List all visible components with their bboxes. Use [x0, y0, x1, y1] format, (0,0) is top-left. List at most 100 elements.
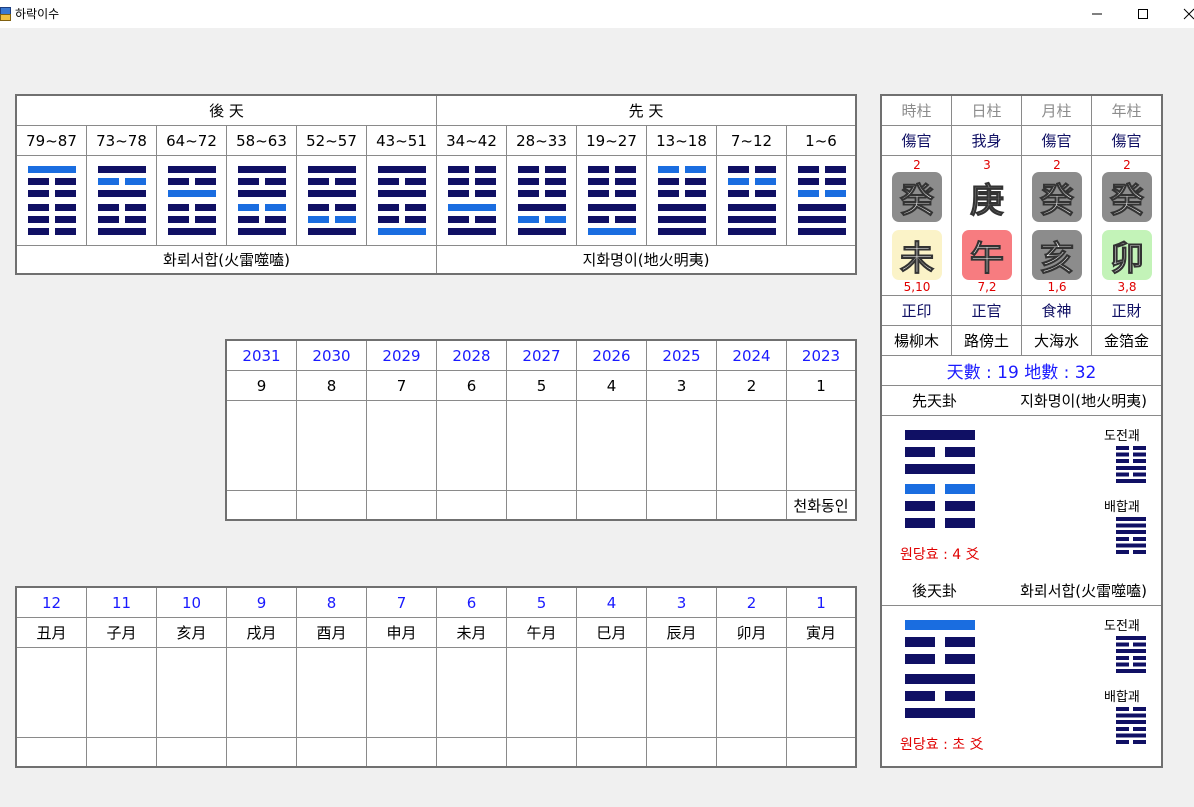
seoncheon-footer: 지화명이(地火明夷) [437, 246, 855, 273]
pillar-header: 年柱 [1092, 96, 1161, 126]
hexagram-line [905, 691, 935, 701]
month-name-cell: 辰月 [647, 618, 717, 648]
hexagram-line-highlight [545, 216, 566, 223]
hexagram-line [1133, 537, 1146, 541]
daewoon-hexagram-cell [507, 156, 577, 246]
hexagram-line [168, 166, 216, 173]
age-cell: 64~72 [157, 126, 227, 156]
year-body-cell [647, 401, 717, 491]
minimize-icon [1092, 13, 1102, 15]
hexagram-line [905, 464, 975, 474]
hexagram-line [945, 691, 975, 701]
month-num-cell: 10 [157, 588, 227, 618]
month-name-cell: 卯月 [717, 618, 787, 648]
hexagram-line [1116, 656, 1129, 660]
pillar-header: 時柱 [882, 96, 952, 126]
hexagram-line [1116, 740, 1129, 744]
hexagram-line [1116, 530, 1146, 534]
hexagram-line [1116, 517, 1146, 521]
hexagram-line [308, 190, 356, 197]
ganji-cell: 3 庚午 7,2 [952, 156, 1022, 296]
year-footer-cell [577, 491, 647, 519]
hexagram-line [238, 190, 286, 197]
year-num-cell: 3 [647, 371, 717, 401]
ganji-cell: 2 癸卯 3,8 [1092, 156, 1161, 296]
year-num-cell: 8 [297, 371, 367, 401]
year-cell: 2024 [717, 341, 787, 371]
seoncheon-baehap-hexagram [1116, 517, 1146, 554]
hexagram-line [588, 190, 609, 197]
maximize-button[interactable] [1120, 0, 1166, 28]
hexagram-line-highlight [518, 216, 539, 223]
month-num-cell: 6 [437, 588, 507, 618]
hexagram-line-highlight [168, 190, 216, 197]
hexagram-line [1133, 656, 1146, 660]
hexagram-line [728, 216, 776, 223]
hucheon-header: 後 天 [17, 96, 437, 126]
hexagram-line [475, 166, 496, 173]
hexagram-line [335, 178, 356, 185]
hexagram-line [1116, 636, 1146, 640]
daewoon-hexagram [378, 166, 426, 235]
minimize-button[interactable] [1074, 0, 1120, 28]
hexagram-line [28, 178, 49, 185]
hexagram-line [168, 216, 189, 223]
year-body-cell [297, 401, 367, 491]
year-cell: 2023 [787, 341, 855, 371]
hucheon-baehap-label: 배합괘 [1104, 690, 1140, 705]
stem-number: 2 [913, 158, 921, 172]
hexagram-line [448, 228, 496, 235]
daewoon-hexagram [98, 166, 146, 235]
month-body-cell [787, 648, 855, 738]
year-num-cell: 4 [577, 371, 647, 401]
hexagram-line [685, 190, 706, 197]
hexagram-line [798, 216, 846, 223]
hexagram-line [1116, 466, 1146, 470]
hexagram-line-highlight [945, 484, 975, 494]
hexagram-line [905, 447, 935, 457]
hexagram-line [125, 204, 146, 211]
hexagram-line [658, 204, 706, 211]
month-footer-cell [17, 738, 87, 766]
month-name-cell: 亥月 [157, 618, 227, 648]
hexagram-line [1116, 446, 1129, 450]
hexagram-line [55, 204, 76, 211]
hexagram-line-highlight [905, 620, 975, 630]
hexagram-line [28, 190, 49, 197]
year-num-cell: 2 [717, 371, 787, 401]
hexagram-line [905, 430, 975, 440]
month-body-cell [227, 648, 297, 738]
daewoon-hexagram-cell [157, 156, 227, 246]
year-num-cell: 5 [507, 371, 577, 401]
hexagram-line [588, 166, 609, 173]
hexagram-line [728, 190, 749, 197]
hexagram-line [28, 228, 49, 235]
hexagram-line [945, 447, 975, 457]
year-footer-cell [367, 491, 437, 519]
month-body-cell [577, 648, 647, 738]
year-cell: 2030 [297, 341, 367, 371]
month-name-cell: 酉月 [297, 618, 367, 648]
age-cell: 34~42 [437, 126, 507, 156]
hexagram-line [825, 178, 846, 185]
seoncheon-gua-detail: 도전괘 배합괘 원당효 : 4 爻 [882, 416, 1161, 577]
hexagram-line [905, 674, 975, 684]
daewoon-hexagram-cell [87, 156, 157, 246]
hexagram-line-highlight [755, 178, 776, 185]
month-num-cell: 8 [297, 588, 367, 618]
hexagram-line [518, 178, 539, 185]
close-button[interactable] [1166, 0, 1194, 28]
year-cell: 2028 [437, 341, 507, 371]
hexagram-line [658, 228, 706, 235]
year-body-cell [507, 401, 577, 491]
sipsin-bottom-cell: 正印 [882, 296, 952, 326]
napeum-cell: 楊柳木 [882, 326, 952, 356]
year-num-cell: 7 [367, 371, 437, 401]
pillar-header: 日柱 [952, 96, 1022, 126]
hexagram-line [905, 654, 935, 664]
hexagram-line [518, 166, 539, 173]
heavenly-stem: 癸 [892, 172, 942, 222]
hexagram-line [195, 178, 216, 185]
month-footer-cell [227, 738, 297, 766]
year-cell: 2029 [367, 341, 437, 371]
